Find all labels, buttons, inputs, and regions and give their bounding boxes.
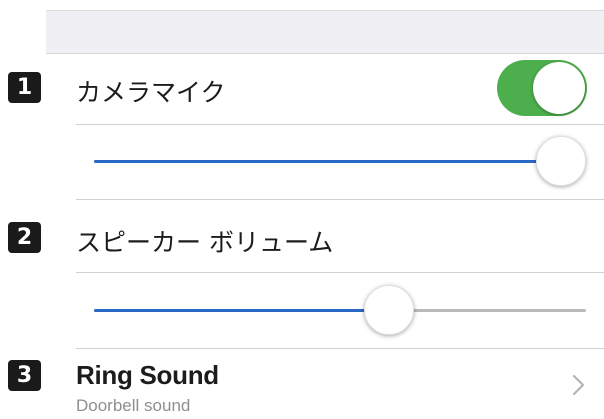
step-badge-2: 2 [8,222,41,253]
slider-fill [94,309,390,312]
ring-sound-subtitle: Doorbell sound [76,396,191,415]
row-separator [76,348,604,349]
step-badge-3: 3 [8,360,41,391]
row-separator [76,124,604,125]
ring-sound-title[interactable]: Ring Sound [76,360,219,391]
toggle-knob [533,62,585,114]
slider-knob[interactable] [536,136,586,186]
speaker-volume-label: スピーカー ボリューム [76,228,334,257]
camera-mic-label: カメラマイク [76,78,226,107]
slider-fill [94,160,561,163]
row-separator [76,199,604,200]
camera-mic-toggle[interactable] [497,60,587,116]
step-badge-1: 1 [8,72,41,103]
chevron-right-icon[interactable] [572,372,585,398]
header-band [46,10,604,54]
camera-mic-slider[interactable] [94,135,586,189]
row-separator [76,272,604,273]
slider-knob[interactable] [364,285,415,335]
settings-screen: 1 カメラマイク 2 スピーカー ボリューム 3 Ring Sound Door… [0,0,604,419]
speaker-volume-slider[interactable] [94,284,586,338]
